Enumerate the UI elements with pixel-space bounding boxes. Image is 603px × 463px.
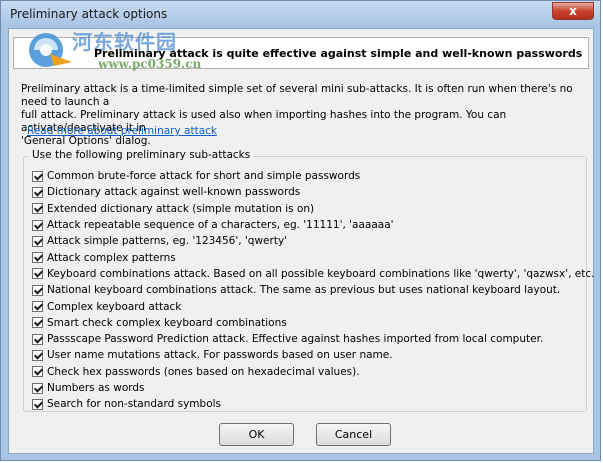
description-line: Preliminary attack is a time-limited sim…: [21, 83, 573, 108]
checkbox[interactable]: [32, 333, 43, 345]
checkbox[interactable]: [32, 349, 43, 361]
checkbox-label: Passscape Password Prediction attack. Ef…: [47, 333, 544, 346]
checkbox[interactable]: [32, 284, 43, 296]
sub-attacks-list: Common brute-force attack for short and …: [32, 168, 595, 412]
checkbox[interactable]: [32, 252, 43, 264]
header-text: Preliminary attack is quite effective ag…: [94, 47, 583, 60]
description-text: Preliminary attack is a time-limited sim…: [21, 83, 587, 148]
sub-attacks-group: Use the following preliminary sub-attack…: [23, 149, 595, 412]
checkbox-simple-patterns[interactable]: Attack simple patterns, eg. '123456', 'q…: [32, 233, 595, 249]
checkbox-hex-passwords[interactable]: Check hex passwords (ones based on hexad…: [32, 364, 595, 380]
title-bar[interactable]: Preliminary attack options x: [1, 1, 600, 27]
checkbox-dictionary[interactable]: Dictionary attack against well-known pas…: [32, 184, 595, 200]
header-banner: 河东软件园 www.pc0359.cn Preliminary attack i…: [13, 30, 589, 71]
checkbox-user-name-mutations[interactable]: User name mutations attack. For password…: [32, 347, 595, 363]
close-icon: x: [569, 4, 577, 18]
checkbox-label: Extended dictionary attack (simple mutat…: [47, 202, 315, 215]
cancel-button[interactable]: Cancel: [316, 423, 391, 446]
checkbox-repeatable-sequence[interactable]: Attack repeatable sequence of a characte…: [32, 217, 595, 233]
checkbox-extended-dictionary[interactable]: Extended dictionary attack (simple mutat…: [32, 201, 595, 217]
dialog-client-area: 河东软件园 www.pc0359.cn Preliminary attack i…: [8, 28, 595, 454]
checkbox[interactable]: [32, 268, 43, 280]
checkbox-complex-keyboard[interactable]: Complex keyboard attack: [32, 298, 595, 314]
checkbox-label: Common brute-force attack for short and …: [47, 170, 361, 183]
checkbox-numbers-as-words[interactable]: Numbers as words: [32, 380, 595, 396]
checkbox[interactable]: [32, 186, 43, 198]
checkbox-label: Attack simple patterns, eg. '123456', 'q…: [47, 235, 288, 248]
checkbox-label: Attack complex patterns: [47, 251, 176, 264]
dialog-window: Preliminary attack options x 河东软件园 www.p…: [0, 0, 601, 461]
checkbox-label: Complex keyboard attack: [47, 300, 182, 313]
checkbox-keyboard-combinations[interactable]: Keyboard combinations attack. Based on a…: [32, 266, 595, 282]
read-more-link[interactable]: Read more about preliminary attack: [27, 125, 217, 137]
checkbox[interactable]: [32, 382, 43, 394]
checkbox-non-standard-symbols[interactable]: Search for non-standard symbols: [32, 396, 595, 412]
ok-button[interactable]: OK: [219, 423, 294, 446]
checkbox[interactable]: [32, 301, 43, 313]
checkbox-label: Keyboard combinations attack. Based on a…: [47, 267, 595, 280]
checkbox-label: Smart check complex keyboard combination…: [47, 316, 287, 329]
checkbox[interactable]: [32, 235, 43, 247]
checkbox[interactable]: [32, 219, 43, 231]
checkbox-smart-check[interactable]: Smart check complex keyboard combination…: [32, 315, 595, 331]
group-label: Use the following preliminary sub-attack…: [29, 149, 254, 161]
checkbox-brute-force[interactable]: Common brute-force attack for short and …: [32, 168, 595, 184]
checkbox-label: Dictionary attack against well-known pas…: [47, 186, 301, 199]
checkbox-label: Numbers as words: [47, 382, 145, 394]
checkbox[interactable]: [32, 366, 43, 378]
checkbox[interactable]: [32, 398, 43, 410]
checkbox[interactable]: [32, 317, 43, 329]
checkbox-label: User name mutations attack. For password…: [47, 349, 393, 362]
window-title: Preliminary attack options: [10, 7, 168, 21]
checkbox-complex-patterns[interactable]: Attack complex patterns: [32, 249, 595, 265]
checkbox-national-keyboard[interactable]: National keyboard combinations attack. T…: [32, 282, 595, 298]
checkbox-label: Check hex passwords (ones based on hexad…: [47, 365, 360, 378]
checkbox-label: Search for non-standard symbols: [47, 398, 222, 411]
checkbox-password-prediction[interactable]: Passscape Password Prediction attack. Ef…: [32, 331, 595, 347]
checkbox-label: National keyboard combinations attack. T…: [47, 284, 561, 297]
checkbox[interactable]: [32, 203, 43, 215]
checkbox-label: Attack repeatable sequence of a characte…: [47, 219, 394, 232]
checkbox[interactable]: [32, 170, 43, 182]
close-button[interactable]: x: [552, 2, 594, 20]
